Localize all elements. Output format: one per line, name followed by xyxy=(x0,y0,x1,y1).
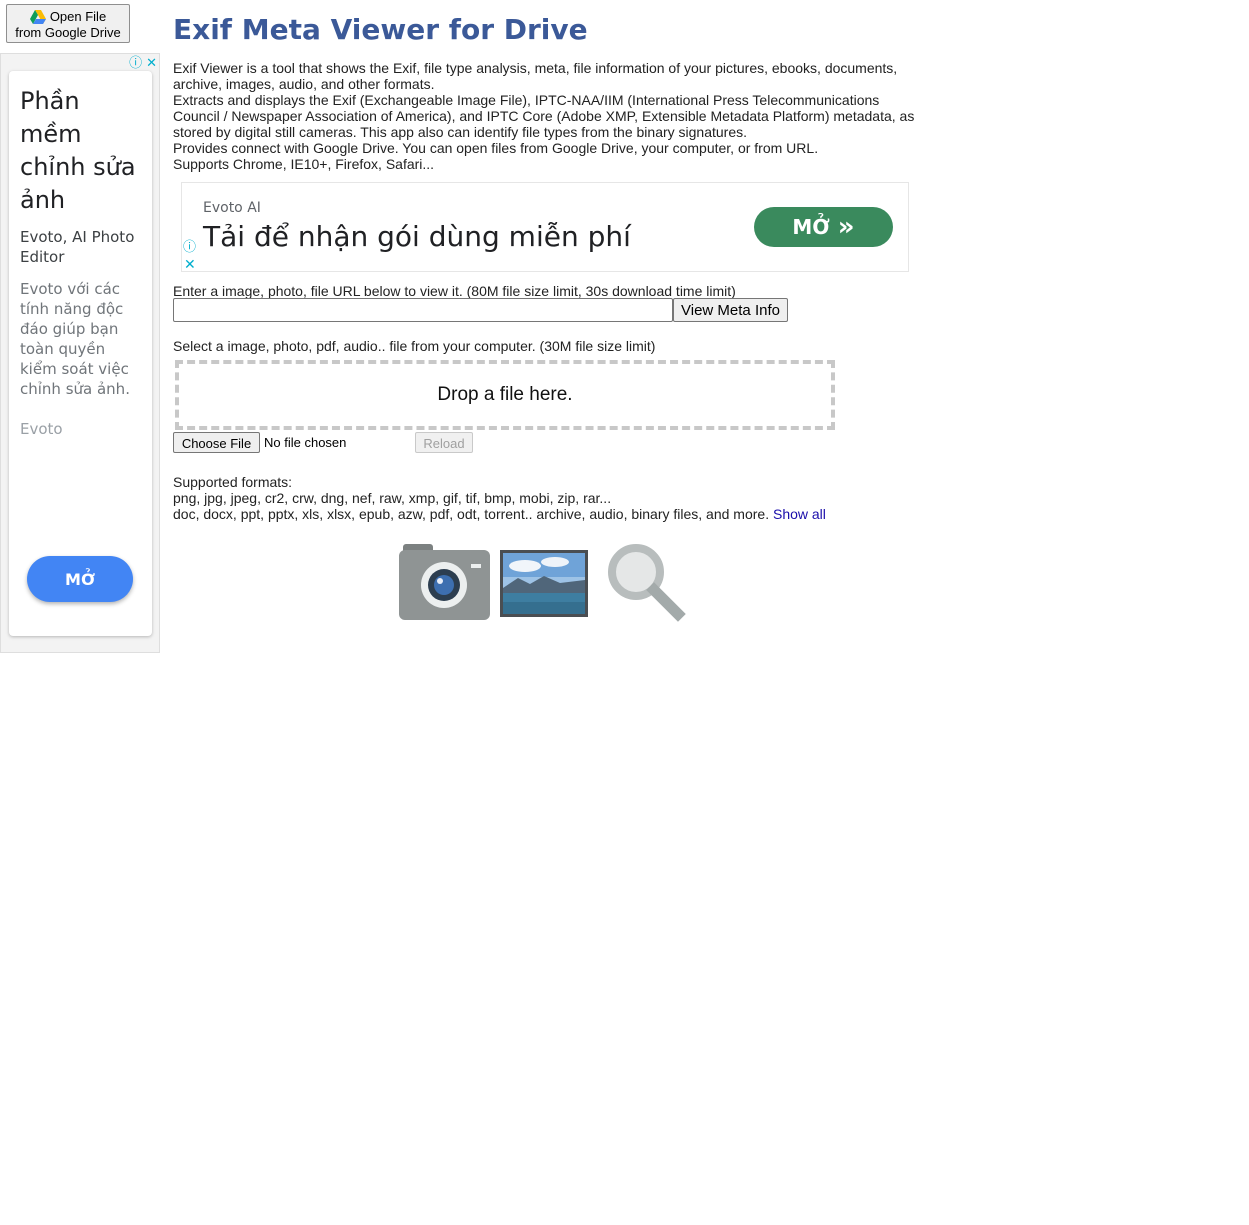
landscape-photo-icon xyxy=(500,550,588,617)
banner-ad-open-button[interactable]: MỞ » xyxy=(754,207,893,247)
banner-ad-cta-label: MỞ xyxy=(792,215,830,239)
intro-line: stored by digital still cameras. This ap… xyxy=(173,124,748,140)
side-advertisement[interactable]: ⓘ ✕ Phần mềm chỉnh sửa ảnh Evoto, AI Phot… xyxy=(0,53,160,653)
file-select-label: Select a image, photo, pdf, audio.. file… xyxy=(173,338,656,354)
drop-zone-text: Drop a file here. xyxy=(437,384,573,405)
banner-advertisement[interactable]: Evoto AI Tải để nhận gói dùng miễn phí M… xyxy=(181,182,909,272)
side-ad-card[interactable]: Phần mềm chỉnh sửa ảnh Evoto, AI Photo E… xyxy=(9,71,152,636)
banner-ad-headline: Tải để nhận gói dùng miễn phí xyxy=(203,220,631,253)
side-ad-brand: Evoto, AI Photo Editor xyxy=(20,228,135,266)
url-input[interactable] xyxy=(173,298,673,322)
feature-icons xyxy=(399,542,689,622)
intro-line: Supports Chrome, IE10+, Firefox, Safari.… xyxy=(173,156,435,172)
magnifier-icon xyxy=(608,544,686,622)
side-ad-description: Evoto với các tính năng độc đáo giúp bạn… xyxy=(20,280,130,398)
file-status-text: No file chosen xyxy=(264,435,347,450)
reload-button[interactable]: Reload xyxy=(415,432,473,453)
banner-ad-advertiser: Evoto AI xyxy=(203,200,261,216)
open-google-drive-button[interactable]: Open File from Google Drive xyxy=(6,4,130,43)
intro-line: Exif Viewer is a tool that shows the Exi… xyxy=(173,60,898,76)
camera-icon xyxy=(399,544,490,620)
main-content: Exif Meta Viewer for Drive Exif Viewer i… xyxy=(173,12,933,172)
side-ad-advertiser: Evoto xyxy=(20,420,63,438)
file-drop-zone[interactable]: Drop a file here. xyxy=(175,360,835,430)
ad-info-icon[interactable]: ⓘ xyxy=(129,56,142,69)
intro-text: Exif Viewer is a tool that shows the Exi… xyxy=(173,60,933,172)
ad-close-icon[interactable]: ✕ xyxy=(146,56,157,69)
supported-formats: Supported formats: png, jpg, jpeg, cr2, … xyxy=(173,474,826,522)
page-title: Exif Meta Viewer for Drive xyxy=(173,13,588,46)
side-ad-open-button[interactable]: MỞ xyxy=(27,556,133,602)
drive-button-line2: from Google Drive xyxy=(15,25,121,40)
formats-line: png, jpg, jpeg, cr2, crw, dng, nef, raw,… xyxy=(173,490,612,506)
intro-line: Council / Newspaper Association of Ameri… xyxy=(173,108,915,124)
view-meta-info-button[interactable]: View Meta Info xyxy=(673,298,788,322)
double-chevron-icon: » xyxy=(837,212,855,242)
side-ad-title: Phần mềm chỉnh sửa ảnh xyxy=(20,87,136,214)
formats-line: doc, docx, ppt, pptx, xls, xlsx, epub, a… xyxy=(173,506,773,522)
intro-line: archive, images, audio, and other format… xyxy=(173,76,435,92)
intro-line: Provides connect with Google Drive. You … xyxy=(173,140,819,156)
formats-heading: Supported formats: xyxy=(173,474,293,490)
show-all-link[interactable]: Show all xyxy=(773,506,826,522)
intro-line: Extracts and displays the Exif (Exchange… xyxy=(173,92,880,108)
drive-button-line1: Open File xyxy=(49,9,107,24)
choose-file-button[interactable]: Choose File xyxy=(173,432,260,453)
google-drive-icon xyxy=(29,10,46,24)
ad-close-icon[interactable]: ✕ xyxy=(184,257,196,271)
ad-info-icon[interactable]: ⓘ xyxy=(183,240,196,254)
url-label: Enter a image, photo, file URL below to … xyxy=(173,283,736,299)
